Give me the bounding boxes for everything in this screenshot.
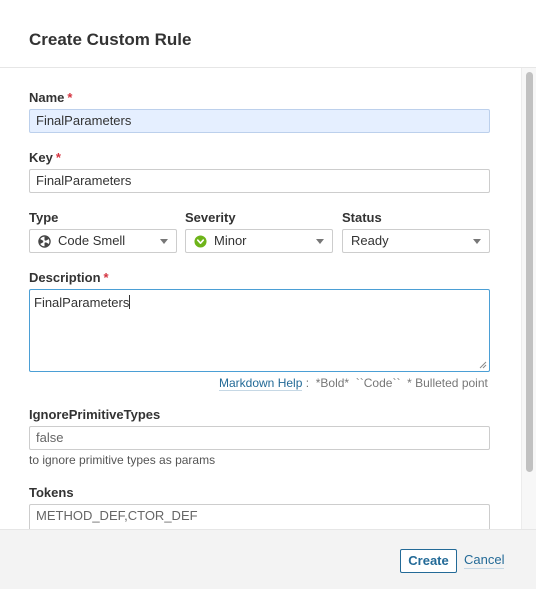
- ignore-primitive-types-label: IgnorePrimitiveTypes: [29, 407, 161, 422]
- create-button[interactable]: Create: [400, 549, 457, 573]
- type-select[interactable]: Code Smell: [29, 229, 177, 253]
- type-label: Type: [29, 210, 59, 225]
- markdown-help-link[interactable]: Markdown Help: [219, 376, 303, 391]
- key-input[interactable]: FinalParameters: [29, 169, 490, 193]
- tokens-input[interactable]: METHOD_DEF,CTOR_DEF: [29, 504, 490, 529]
- description-text: FinalParameters: [34, 295, 130, 310]
- chevron-down-icon: [160, 239, 168, 244]
- chevron-down-icon: [316, 239, 324, 244]
- status-label: Status: [342, 210, 382, 225]
- severity-select[interactable]: Minor: [185, 229, 333, 253]
- severity-select-value: Minor: [214, 233, 247, 248]
- key-required-mark: *: [55, 150, 61, 165]
- text-cursor: [129, 295, 131, 309]
- ignore-primitive-types-hint: to ignore primitive types as params: [29, 453, 216, 467]
- key-label: Key *: [29, 150, 61, 166]
- severity-label: Severity: [185, 210, 236, 225]
- code-smell-icon: [38, 235, 51, 248]
- markdown-separator: :: [305, 376, 310, 390]
- description-required-mark: *: [103, 270, 109, 285]
- name-label-text: Name: [29, 90, 65, 105]
- status-select-value: Ready: [351, 233, 389, 248]
- status-select[interactable]: Ready: [342, 229, 490, 253]
- type-select-value: Code Smell: [58, 233, 126, 248]
- dialog-footer: Create Cancel: [0, 529, 536, 589]
- ignore-primitive-types-input[interactable]: false: [29, 426, 490, 450]
- tokens-label: Tokens: [29, 485, 74, 500]
- minor-severity-icon: [194, 235, 207, 248]
- name-required-mark: *: [67, 90, 73, 105]
- chevron-down-icon: [473, 239, 481, 244]
- markdown-bullet-hint: * Bulleted point: [407, 376, 488, 390]
- name-label: Name *: [29, 90, 72, 106]
- dialog-title: Create Custom Rule: [29, 30, 192, 49]
- markdown-help-line: Markdown Help : *Bold* ``Code`` * Bullet…: [219, 376, 488, 391]
- cancel-link[interactable]: Cancel: [464, 549, 505, 569]
- key-label-text: Key: [29, 150, 53, 165]
- scrollbar-thumb[interactable]: [526, 72, 533, 472]
- markdown-code-hint: ``Code``: [355, 376, 401, 390]
- create-custom-rule-dialog: Create Custom Rule Name * FinalParameters…: [0, 0, 536, 589]
- dialog-header: Create Custom Rule: [0, 0, 536, 68]
- markdown-bold-hint: *Bold*: [315, 376, 350, 390]
- resize-grip-icon[interactable]: [479, 361, 487, 369]
- scrollbar[interactable]: [521, 68, 536, 529]
- description-label-text: Description: [29, 270, 101, 285]
- name-input[interactable]: FinalParameters: [29, 109, 490, 133]
- description-label: Description *: [29, 270, 109, 286]
- description-textarea[interactable]: FinalParameters: [29, 289, 490, 372]
